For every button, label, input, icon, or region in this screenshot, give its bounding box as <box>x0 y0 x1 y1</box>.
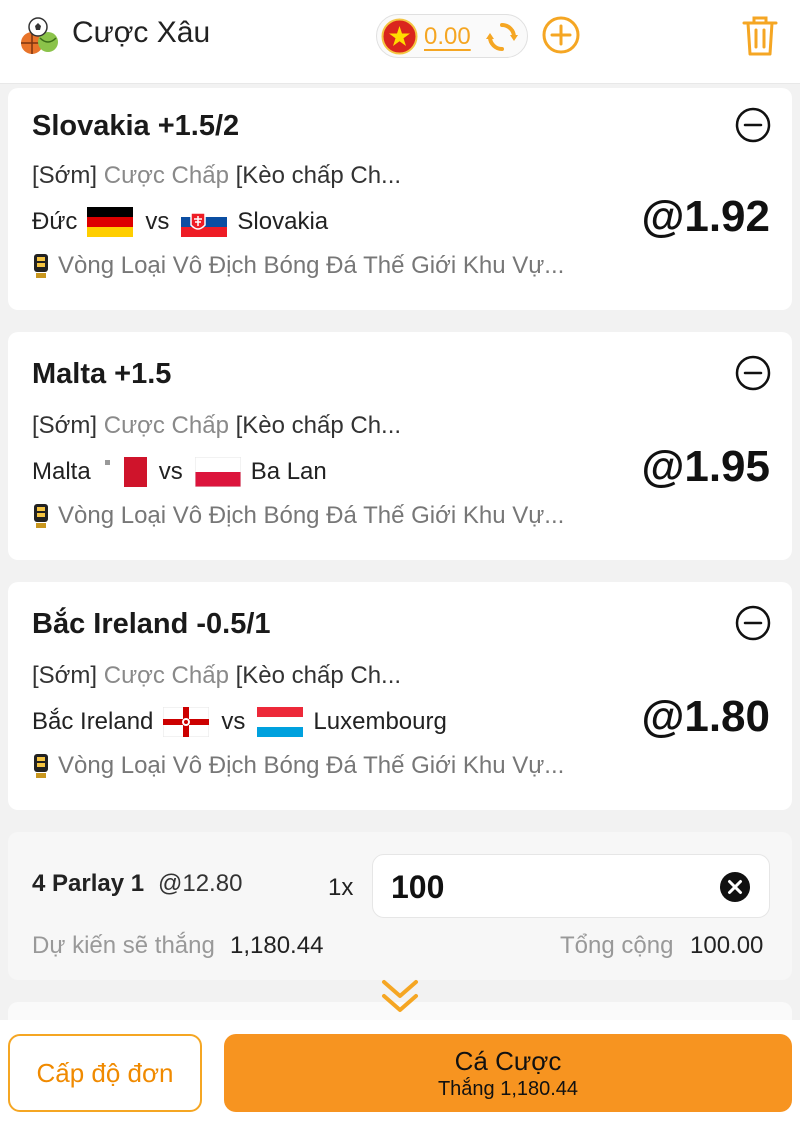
remove-circle-icon[interactable] <box>734 106 772 144</box>
bet-market-detail: [Kèo chấp Ch... <box>235 662 402 689</box>
home-team: Bắc Ireland <box>32 708 154 735</box>
parlay-card: 4 Parlay 1 @12.80 1x 100 Dự kiến sẽ thắn… <box>8 832 792 980</box>
remove-circle-icon[interactable] <box>734 604 772 642</box>
league-row: Vòng Loại Vô Địch Bóng Đá Thế Giới Khu V… <box>32 502 564 530</box>
place-bet-label: Cá Cược <box>454 1046 562 1076</box>
match-row: Đức vs Slovakia <box>32 206 328 238</box>
balance-amount[interactable]: 0.00 <box>424 23 471 51</box>
bet-market: Cược Chấp <box>103 412 229 439</box>
away-team: Luxembourg <box>313 708 447 735</box>
vietnam-flag-icon <box>381 18 418 55</box>
bet-odds: @1.92 <box>641 192 770 241</box>
footer-bar: Cấp độ đơn Cá Cược Thắng 1,180.44 <box>0 1020 800 1131</box>
bet-tag: [Sớm] <box>32 662 98 689</box>
parlay-multiplier: 1x <box>328 874 354 901</box>
trash-icon[interactable] <box>740 14 780 58</box>
match-row: Bắc Ireland vs Luxembourg <box>32 706 447 738</box>
home-team: Đức <box>32 208 78 235</box>
away-team: Ba Lan <box>250 458 327 485</box>
bet-card: Slovakia +1.5/2 [Sớm] Cược Chấp [Kèo chấ… <box>8 88 792 310</box>
bet-card: Bắc Ireland -0.5/1 [Sớm] Cược Chấp [Kèo … <box>8 582 792 810</box>
plus-circle-icon[interactable] <box>541 15 581 55</box>
parlay-odds: @12.80 <box>158 870 243 897</box>
double-chevron-down-icon[interactable] <box>378 976 422 1016</box>
league-name: Vòng Loại Vô Địch Bóng Đá Thế Giới Khu V… <box>58 502 565 529</box>
balance-pill[interactable]: 0.00 <box>376 14 528 58</box>
bet-market: Cược Chấp <box>103 162 229 189</box>
malta-flag-icon <box>100 457 147 487</box>
slovakia-flag-icon <box>181 207 228 237</box>
clear-icon[interactable] <box>719 871 751 903</box>
germany-flag-icon <box>87 207 134 237</box>
bet-tag: [Sớm] <box>32 162 98 189</box>
stake-input[interactable]: 100 <box>372 854 770 918</box>
away-team: Slovakia <box>237 208 329 235</box>
bet-market-detail: [Kèo chấp Ch... <box>235 412 402 439</box>
bet-odds: @1.95 <box>641 442 770 491</box>
total-label: Tổng cộng <box>560 932 674 959</box>
league-name: Vòng Loại Vô Địch Bóng Đá Thế Giới Khu V… <box>58 752 565 779</box>
league-row: Vòng Loại Vô Địch Bóng Đá Thế Giới Khu V… <box>32 252 564 280</box>
expected-win-label: Dự kiến sẽ thắng <box>32 932 215 959</box>
trophy-icon <box>34 754 48 778</box>
refresh-icon[interactable] <box>485 21 519 53</box>
bet-meta: [Sớm] Cược Chấp [Kèo chấp Ch... <box>32 412 401 440</box>
bet-selection-title: Slovakia +1.5/2 <box>32 110 240 142</box>
bet-odds: @1.80 <box>641 692 770 741</box>
bet-selection-title: Bắc Ireland -0.5/1 <box>32 608 271 640</box>
expected-win-value: 1,180.44 <box>230 932 324 959</box>
remove-circle-icon[interactable] <box>734 354 772 392</box>
bet-selection-title: Malta +1.5 <box>32 358 172 390</box>
stake-value[interactable]: 100 <box>391 869 444 906</box>
parlay-label: 4 Parlay 1 <box>32 870 145 897</box>
northern-ireland-flag-icon <box>163 707 210 737</box>
place-bet-button[interactable]: Cá Cược Thắng 1,180.44 <box>224 1034 792 1112</box>
potential-win-label: Thắng 1,180.44 <box>437 1078 579 1100</box>
single-level-button[interactable]: Cấp độ đơn <box>8 1034 202 1112</box>
page-title: Cược Xâu <box>72 16 211 49</box>
luxembourg-flag-icon <box>257 707 304 737</box>
trophy-icon <box>34 254 48 278</box>
bet-meta: [Sớm] Cược Chấp [Kèo chấp Ch... <box>32 662 401 690</box>
bet-market-detail: [Kèo chấp Ch... <box>235 162 402 189</box>
vs-label: vs <box>221 708 246 735</box>
match-row: Malta vs Ba Lan <box>32 456 327 488</box>
bet-tag: [Sớm] <box>32 412 98 439</box>
trophy-icon <box>34 504 48 528</box>
sports-balls-icon <box>21 17 58 54</box>
bet-meta: [Sớm] Cược Chấp [Kèo chấp Ch... <box>32 162 401 190</box>
total-value: 100.00 <box>690 932 764 959</box>
league-name: Vòng Loại Vô Địch Bóng Đá Thế Giới Khu V… <box>58 252 565 279</box>
league-row: Vòng Loại Vô Địch Bóng Đá Thế Giới Khu V… <box>32 752 564 780</box>
vs-label: vs <box>145 208 170 235</box>
bet-market: Cược Chấp <box>103 662 229 689</box>
poland-flag-icon <box>194 457 241 487</box>
home-team: Malta <box>32 458 91 485</box>
bet-card: Malta +1.5 [Sớm] Cược Chấp [Kèo chấp Ch.… <box>8 332 792 560</box>
top-bar: Cược Xâu 0.00 <box>0 0 800 84</box>
vs-label: vs <box>158 458 183 485</box>
